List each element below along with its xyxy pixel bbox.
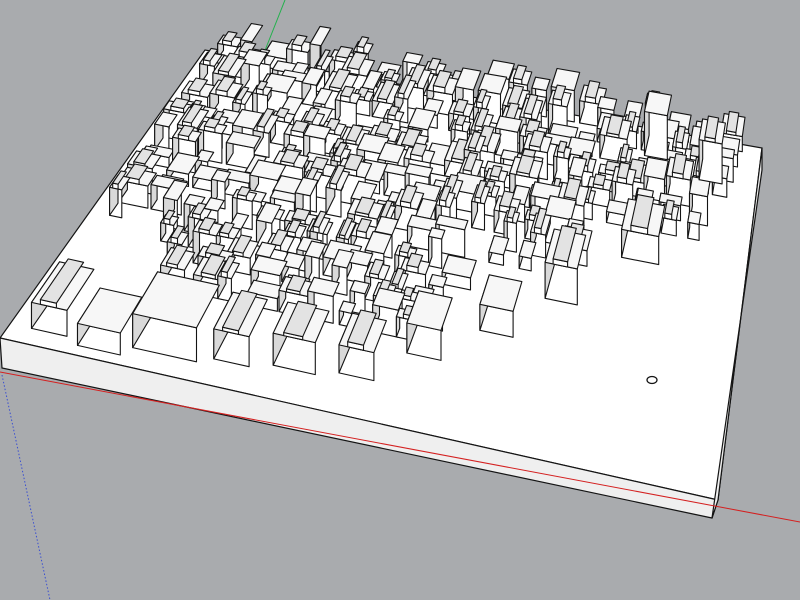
scene-canvas[interactable] xyxy=(0,0,800,600)
3d-model-viewport[interactable] xyxy=(0,0,800,600)
building-roof xyxy=(643,156,669,180)
ellipse-marker-icon[interactable] xyxy=(646,375,658,385)
building-roof xyxy=(597,96,618,111)
rooftop-structure-top xyxy=(592,173,607,187)
building-roof xyxy=(428,273,448,288)
building-roof xyxy=(428,227,446,240)
building-roof xyxy=(643,90,673,117)
small-object-marker[interactable] xyxy=(646,375,658,385)
landmark-building[interactable] xyxy=(643,90,673,161)
landmark-building[interactable] xyxy=(621,194,666,266)
building-roof xyxy=(531,76,551,92)
building-block[interactable] xyxy=(687,210,702,241)
building-roof xyxy=(687,210,702,225)
building-roof xyxy=(402,51,424,65)
landmark-building[interactable] xyxy=(698,115,726,185)
